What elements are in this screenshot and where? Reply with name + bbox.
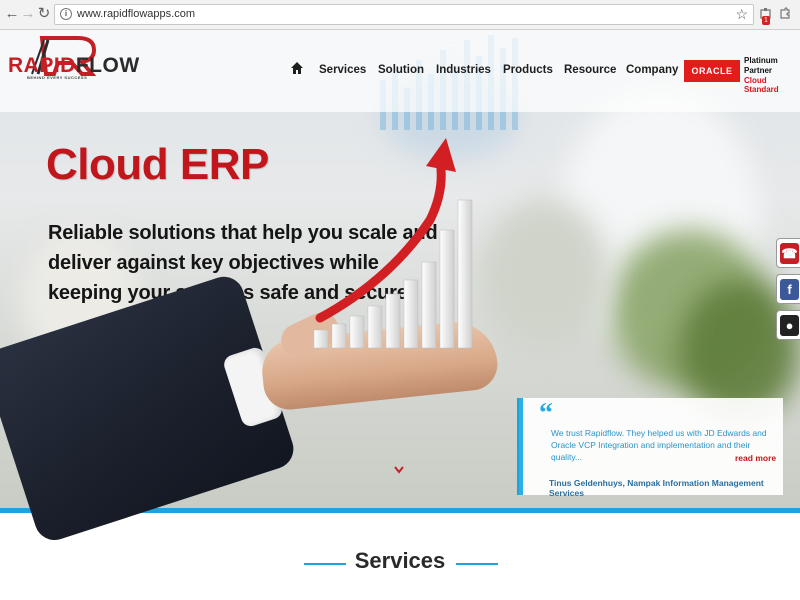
chat-button[interactable]: ● [776,310,800,340]
testimonial-author: Tinus Geldenhuys, Nampak Information Man… [549,478,764,498]
partner-label: Partner [744,66,773,75]
background-office-blur [480,200,610,350]
partner-level: Platinum [744,56,778,65]
phone-button[interactable]: ☎ [776,238,800,268]
facebook-button[interactable]: f [776,274,800,304]
services-divider-right [456,563,498,565]
chat-icon: ● [780,315,799,336]
reload-icon[interactable]: ↻ [36,6,52,22]
puzzle-extension-icon[interactable] [778,7,792,21]
bookmark-star-icon[interactable]: ☆ [735,6,748,23]
nav-solution[interactable]: Solution [378,64,424,76]
info-icon[interactable]: i [60,8,72,20]
partner-tier: Cloud Standard [744,76,779,94]
facebook-icon: f [780,279,799,300]
read-more-link[interactable]: read more [735,453,776,463]
address-bar[interactable]: i www.rapidflowapps.com ☆ [54,4,754,25]
oracle-logo[interactable]: ORACLE [684,60,740,82]
services-heading: Services [354,548,446,573]
nav-services[interactable]: Services [319,64,366,76]
extension-badge: 1 [762,16,770,25]
home-icon[interactable] [290,61,304,75]
back-arrow-icon[interactable]: ← [4,6,20,22]
brand-name-part1: RAPID [8,54,76,77]
url-text[interactable]: www.rapidflowapps.com [77,8,195,20]
hero-title: Cloud ERP [46,140,269,189]
nav-company[interactable]: Company [626,64,678,76]
scroll-down-chevron-icon[interactable] [393,464,405,476]
nav-resource[interactable]: Resource [564,64,616,76]
forward-arrow-icon[interactable]: → [20,6,36,22]
brand-tagline: BEHIND EVERY SUCCESS [27,75,88,80]
brand-name-part2: FLOW [75,54,140,77]
growth-chart-graphic [313,138,473,349]
browser-toolbar: ← → ↻ i www.rapidflowapps.com ☆ 1 [0,0,800,30]
nav-industries[interactable]: Industries [436,64,491,76]
nav-products[interactable]: Products [503,64,553,76]
phone-icon: ☎ [780,243,799,264]
quote-icon: “ [539,398,553,429]
